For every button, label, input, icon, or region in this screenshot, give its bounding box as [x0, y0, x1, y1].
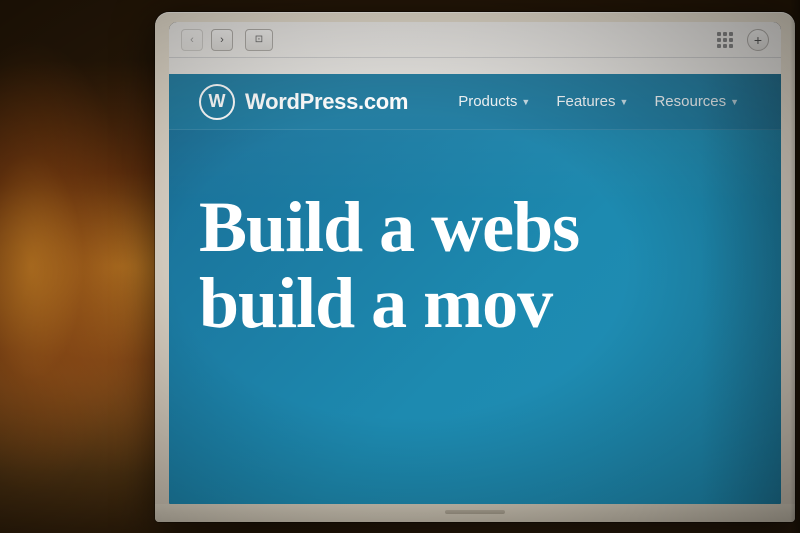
hero-line-1: Build a webs	[199, 190, 751, 266]
right-edge-shadow	[790, 0, 800, 533]
hero-title: Build a webs build a mov	[199, 190, 751, 341]
grid-dots-icon	[717, 32, 733, 48]
wp-logo-symbol: W	[209, 91, 226, 112]
products-chevron-icon: ▼	[521, 97, 530, 107]
new-tab-button[interactable]: +	[747, 29, 769, 51]
laptop-chin	[155, 504, 795, 522]
plus-icon: +	[754, 32, 762, 48]
back-button[interactable]: ‹	[181, 29, 203, 51]
wp-nav-links: Products ▼ Features ▼ Resources ▼	[448, 87, 749, 116]
bokeh-light	[0, 0, 155, 533]
wordpress-logo[interactable]: W WordPress.com	[199, 84, 408, 120]
nav-resources-label: Resources	[654, 93, 726, 110]
browser-chrome: ‹ › ⊡ +	[169, 22, 781, 74]
screen-bezel: ‹ › ⊡ +	[169, 22, 781, 504]
back-icon: ‹	[190, 34, 194, 46]
wp-logo-text: WordPress.com	[245, 89, 408, 115]
website-content: W WordPress.com Products ▼ Features ▼ Re…	[169, 74, 781, 504]
features-chevron-icon: ▼	[620, 97, 629, 107]
nav-item-resources[interactable]: Resources ▼	[644, 87, 749, 116]
resources-chevron-icon: ▼	[730, 97, 739, 107]
laptop-shell: ‹ › ⊡ +	[155, 12, 795, 522]
grid-view-button[interactable]	[711, 29, 739, 51]
wp-logo-circle: W	[199, 84, 235, 120]
nav-features-label: Features	[556, 93, 615, 110]
nav-item-products[interactable]: Products ▼	[448, 87, 540, 116]
wordpress-navbar: W WordPress.com Products ▼ Features ▼ Re…	[169, 74, 781, 130]
nav-item-features[interactable]: Features ▼	[546, 87, 638, 116]
nav-products-label: Products	[458, 93, 517, 110]
forward-button[interactable]: ›	[211, 29, 233, 51]
forward-icon: ›	[220, 34, 224, 46]
hero-section: Build a webs build a mov	[169, 130, 781, 504]
laptop-hinge	[445, 510, 505, 514]
sidebar-icon: ⊡	[255, 34, 263, 45]
sidebar-button[interactable]: ⊡	[245, 29, 273, 51]
browser-toolbar: ‹ › ⊡ +	[169, 22, 781, 58]
hero-line-2: build a mov	[199, 266, 751, 342]
